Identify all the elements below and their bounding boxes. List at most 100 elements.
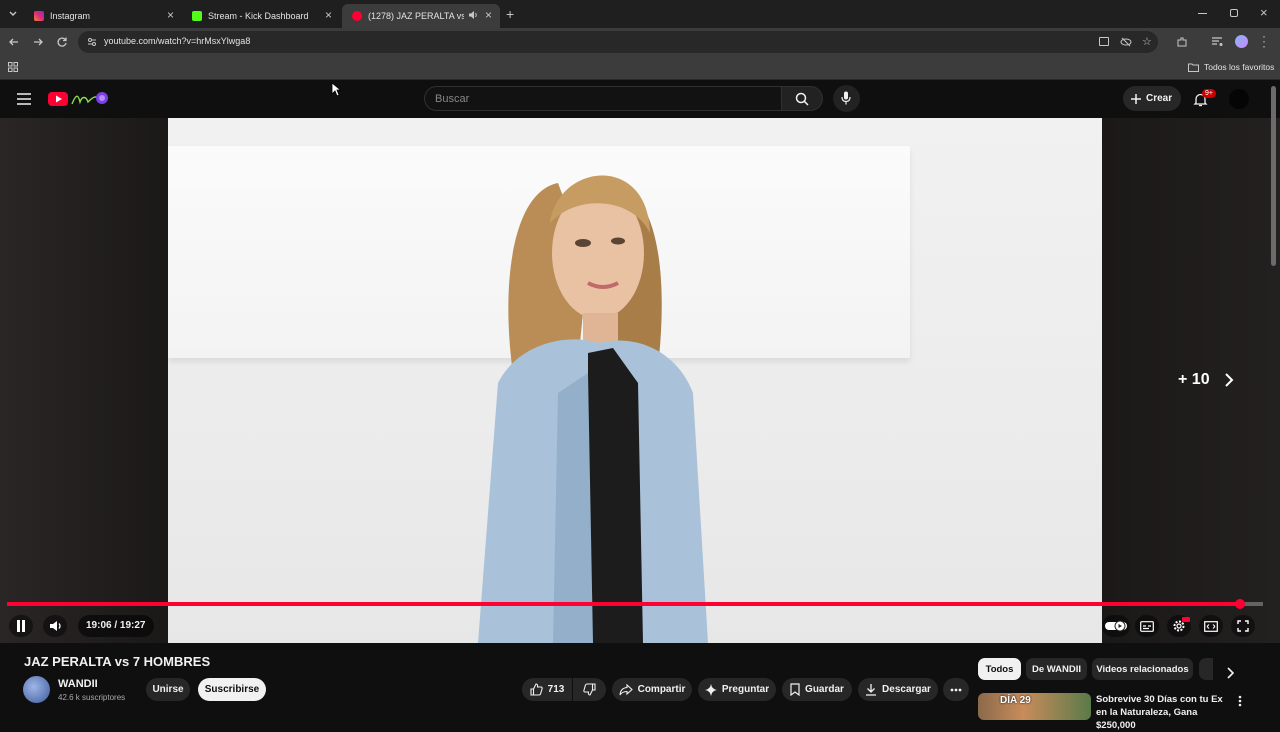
like-count: 713 (547, 684, 565, 695)
page-scrollbar[interactable] (1271, 86, 1276, 266)
forward-icon[interactable] (32, 36, 44, 48)
pause-button[interactable] (9, 615, 33, 637)
youtube-logo[interactable] (48, 90, 110, 108)
progress-bar-fill (7, 602, 1241, 606)
browser-toolbar: youtube.com/watch?v=hrMsxYlwga8 ☆ · · · (0, 28, 1280, 56)
next-chevron-icon[interactable] (1224, 373, 1234, 387)
save-label: Guardar (805, 684, 844, 695)
notifications-badge: 9+ (1202, 89, 1216, 98)
voice-search-button[interactable] (833, 85, 860, 112)
create-button[interactable]: Crear (1123, 86, 1181, 111)
subscriber-count: 42.6 k suscriptores (58, 693, 126, 702)
pause-icon (17, 620, 25, 632)
recommendation-title[interactable]: Sobrevive 30 Días con tu Ex en la Natura… (1096, 693, 1236, 732)
kick-icon (192, 11, 202, 21)
download-label: Descargar (882, 684, 931, 695)
time-display: 19:06 / 19:27 (78, 615, 154, 637)
search-icon (795, 92, 809, 106)
more-horizontal-icon (950, 688, 962, 691)
search-input[interactable]: Buscar (424, 86, 782, 111)
tab-youtube[interactable]: (1278) JAZ PERALTA vs 7 H × (342, 4, 500, 28)
subtitles-icon (1140, 620, 1154, 632)
volume-button[interactable] (43, 615, 67, 637)
tab-search-icon[interactable] (6, 7, 20, 21)
fullscreen-icon (1237, 620, 1249, 632)
close-icon[interactable]: × (167, 9, 174, 21)
window-close-icon[interactable]: × (1260, 5, 1268, 20)
profile-avatar[interactable] (1235, 35, 1248, 48)
chip-all[interactable]: Todos (978, 658, 1021, 680)
address-bar[interactable]: youtube.com/watch?v=hrMsxYlwga8 ☆ (78, 31, 1158, 53)
share-label: Compartir (637, 684, 686, 695)
chip-related[interactable]: Videos relacionados (1092, 658, 1193, 680)
theater-mode-button[interactable] (1199, 615, 1223, 637)
hamburger-menu-icon[interactable] (17, 93, 31, 105)
sparkle-icon (704, 683, 717, 696)
all-bookmarks-label: Todos los favoritos (1204, 62, 1275, 72)
bookmarks-bar: Todos los favoritos (0, 56, 1280, 80)
join-button[interactable]: Unirse (146, 678, 190, 701)
share-button[interactable]: Compartir (612, 678, 692, 701)
reload-icon[interactable] (56, 36, 68, 48)
account-avatar[interactable] (1229, 89, 1249, 109)
video-player[interactable]: + 10 19:06 / 19:27 (0, 118, 1280, 643)
video-title: JAZ PERALTA vs 7 HOMBRES (24, 654, 211, 669)
fullscreen-button[interactable] (1231, 615, 1255, 637)
download-button[interactable]: Descargar (858, 678, 938, 701)
skip-forward-label: + 10 (1178, 371, 1210, 388)
like-button[interactable]: 713 (522, 678, 572, 701)
all-bookmarks[interactable]: Todos los favoritos (1188, 62, 1274, 72)
join-label: Unirse (152, 684, 184, 695)
save-button[interactable]: Guardar (782, 678, 852, 701)
restore-icon[interactable] (1230, 9, 1238, 17)
progress-scrubber-handle[interactable] (1235, 599, 1246, 609)
settings-button[interactable] (1167, 615, 1191, 637)
speaker-icon[interactable] (468, 10, 478, 20)
dislike-button[interactable] (573, 678, 606, 701)
chip-from-channel[interactable]: De WANDII (1026, 658, 1087, 680)
extensions-icon[interactable] (1176, 36, 1188, 48)
subscribe-label: Suscribirse (204, 684, 260, 695)
youtube-icon (352, 11, 362, 21)
media-control-icon[interactable] (1211, 37, 1223, 47)
site-info-icon[interactable] (87, 37, 97, 47)
subscribe-button[interactable]: Suscribirse (198, 678, 266, 701)
autoplay-toggle[interactable] (1102, 615, 1130, 637)
tab-kick-dashboard[interactable]: Stream - Kick Dashboard × (182, 4, 340, 28)
apps-grid-icon[interactable] (8, 62, 18, 72)
chip-label: De WANDII (1031, 663, 1082, 675)
install-app-icon[interactable] (1099, 37, 1109, 46)
minimize-icon[interactable] (1198, 13, 1207, 14)
search-button[interactable] (781, 86, 823, 111)
video-scene-person (438, 143, 728, 643)
channel-avatar[interactable] (23, 676, 50, 703)
close-icon[interactable]: × (485, 9, 492, 21)
recommendation-menu-icon[interactable] (1238, 695, 1242, 707)
progress-bar[interactable] (7, 599, 1263, 609)
eye-off-icon[interactable] (1120, 36, 1132, 48)
channel-name[interactable]: WANDII (58, 678, 98, 690)
bookmark-icon (790, 683, 800, 696)
chip-partial[interactable] (1199, 658, 1213, 680)
chip-label: Todos (985, 663, 1014, 675)
create-label: Crear (1146, 93, 1173, 104)
recommendation-thumbnail[interactable]: DÍA 29 (978, 693, 1091, 720)
chips-next-chevron-icon[interactable] (1226, 667, 1234, 679)
tab-title: Stream - Kick Dashboard (208, 11, 309, 21)
plus-icon (1131, 93, 1141, 104)
close-icon[interactable]: × (325, 9, 332, 21)
more-actions-button[interactable] (943, 678, 969, 701)
ask-button[interactable]: Preguntar (698, 678, 776, 701)
volume-icon (49, 621, 61, 631)
tab-instagram[interactable]: Instagram × (24, 4, 182, 28)
new-tab-icon[interactable]: + (506, 6, 514, 22)
instagram-icon (34, 11, 44, 21)
browser-menu-icon[interactable]: · · · (1262, 30, 1266, 52)
subtitles-button[interactable] (1135, 615, 1159, 637)
ask-label: Preguntar (721, 684, 770, 695)
back-icon[interactable] (8, 36, 20, 48)
url-text: youtube.com/watch?v=hrMsxYlwga8 (104, 36, 251, 46)
autoplay-toggle-icon (1105, 620, 1127, 632)
microphone-icon (841, 91, 851, 105)
bookmark-star-icon[interactable]: ☆ (1142, 35, 1152, 48)
